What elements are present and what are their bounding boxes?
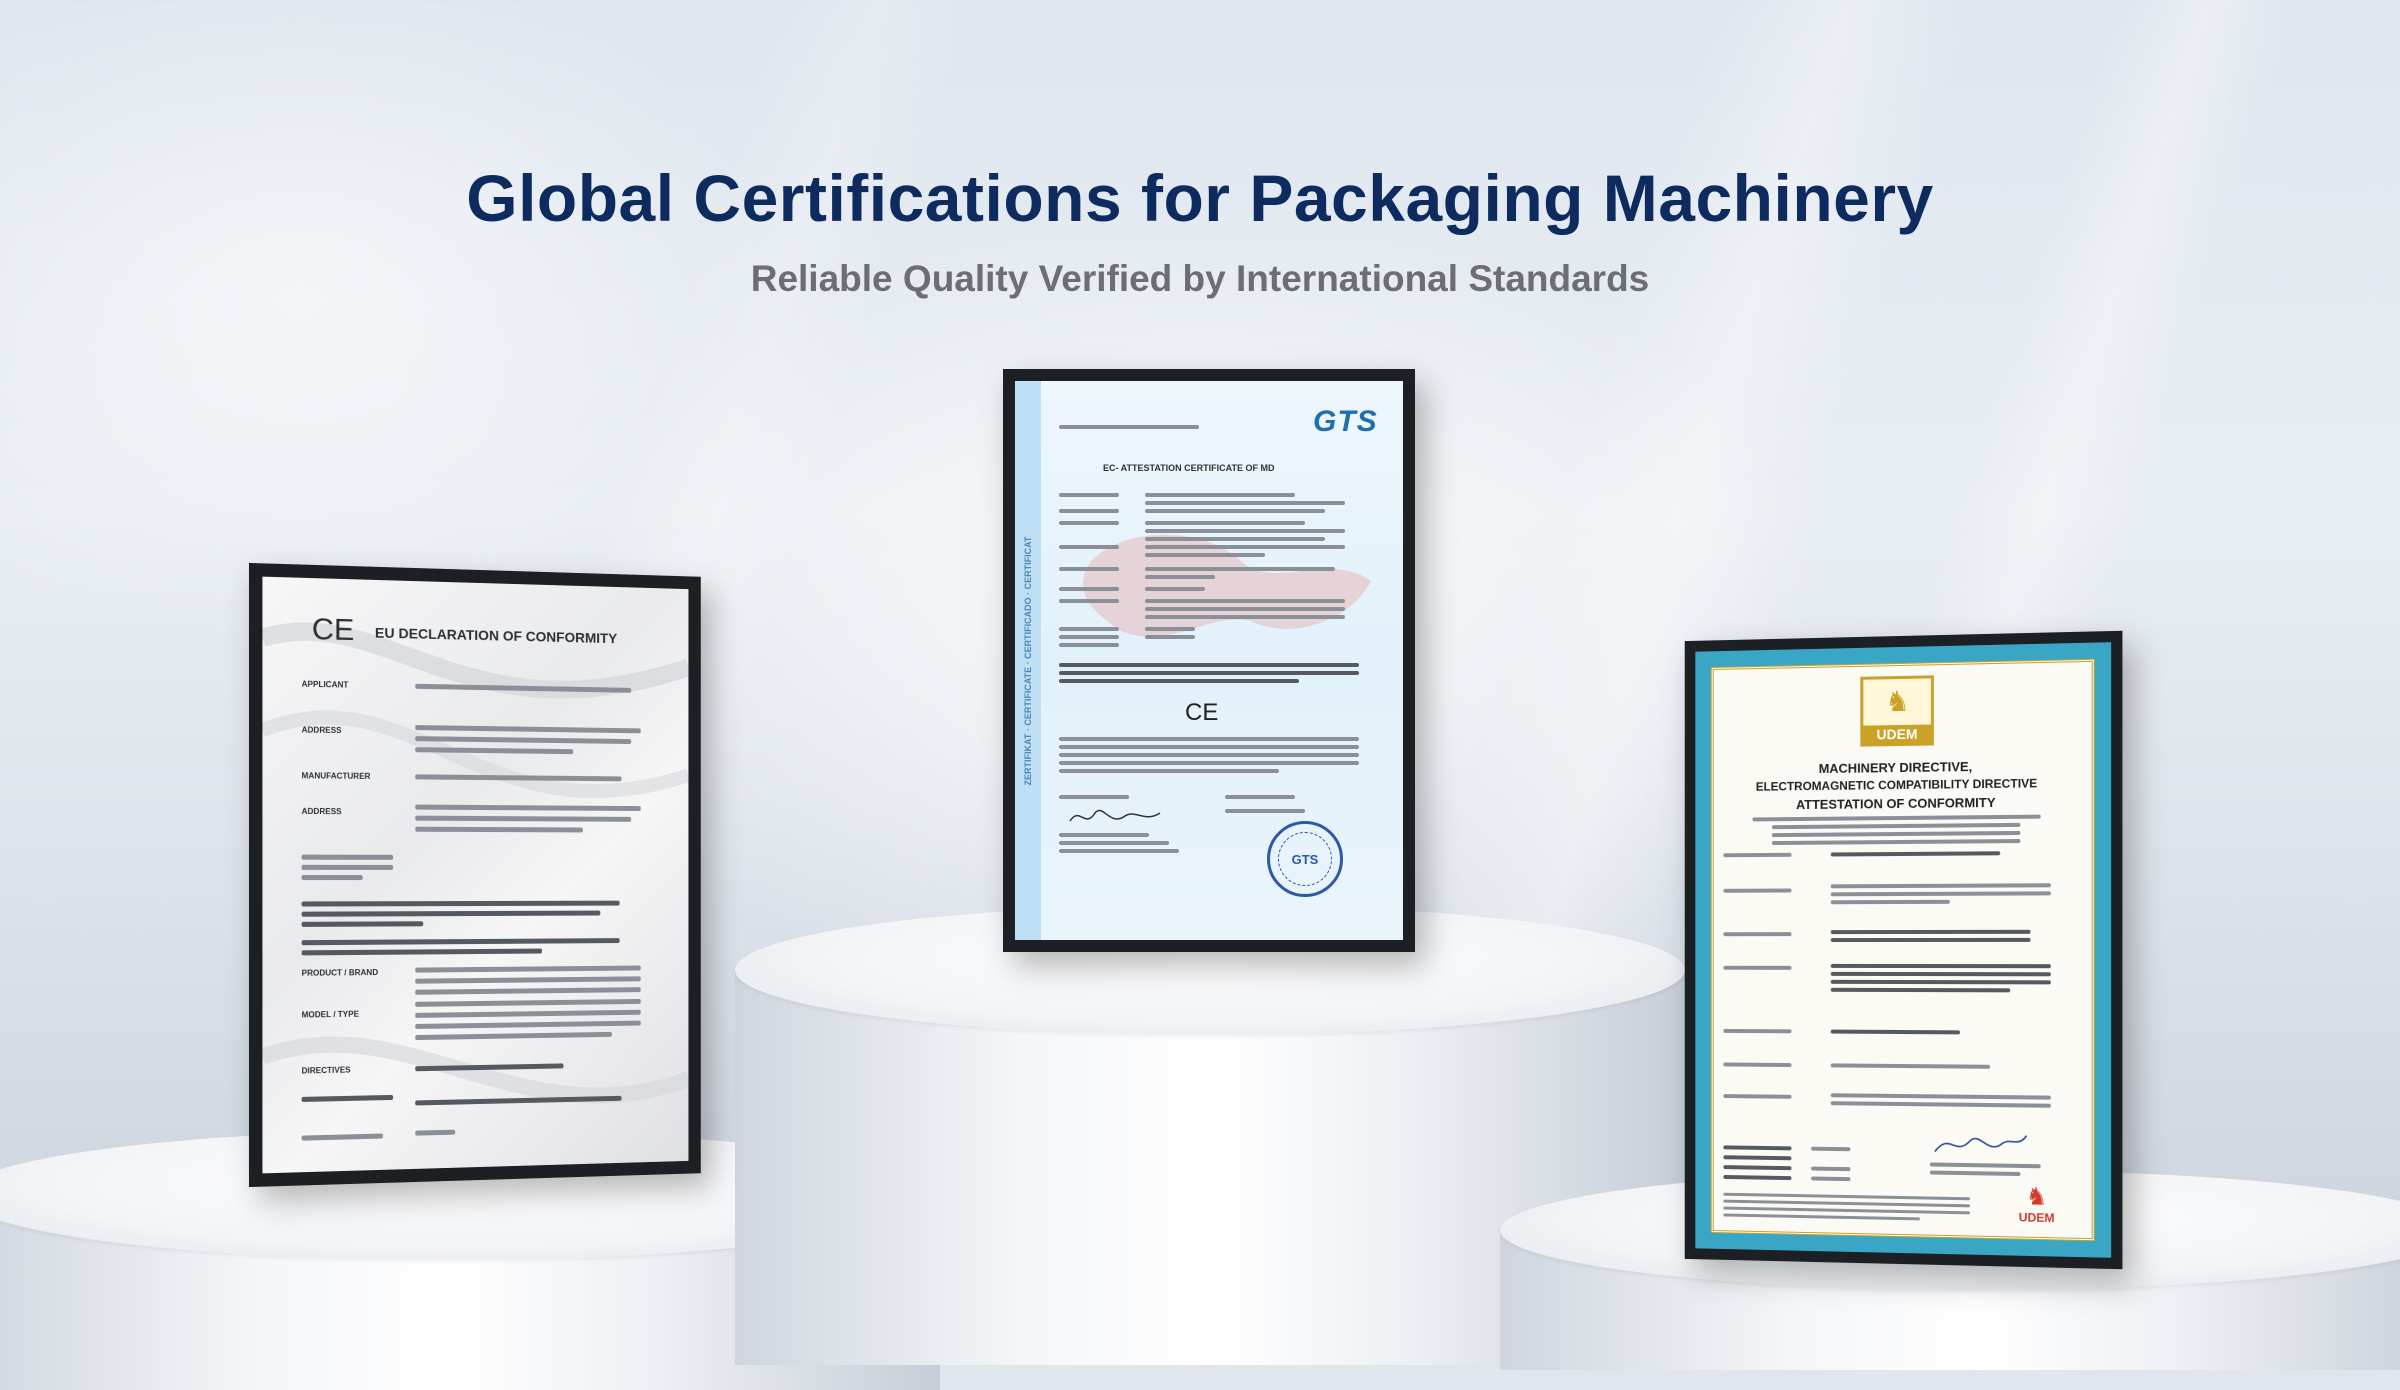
field-label: PRODUCT / BRAND <box>302 968 378 978</box>
certificate-udem: ♞ UDEM MACHINERY DIRECTIVE, ELECTROMAGNE… <box>1695 642 2111 1258</box>
side-band-text: ZERTIFIKAT · CERTIFICATE · CERTIFICADO ·… <box>1023 537 1033 786</box>
certificate-heading-line: MACHINERY DIRECTIVE, <box>1714 757 2082 777</box>
ce-mark: CE <box>1185 699 1218 727</box>
certificate-frame-left: CE EU DECLARATION OF CONFORMITY APPLICAN… <box>249 563 701 1187</box>
page-subtitle: Reliable Quality Verified by Internation… <box>0 258 2400 300</box>
field-label: APPLICANT <box>302 680 349 690</box>
gts-logo: GTS <box>1313 405 1378 439</box>
gts-seal: GTS <box>1267 821 1343 897</box>
ce-mark: CE <box>312 613 355 649</box>
field-label: ADDRESS <box>302 725 342 735</box>
world-map-watermark <box>1051 501 1403 681</box>
page-title: Global Certifications for Packaging Mach… <box>0 160 2400 236</box>
signature <box>1930 1126 2031 1162</box>
certificate-frame-center: ZERTIFIKAT · CERTIFICATE · CERTIFICADO ·… <box>1003 369 1415 952</box>
certificate-heading-line: ELECTROMAGNETIC COMPATIBILITY DIRECTIVE <box>1714 776 2082 795</box>
field-label: MANUFACTURER <box>302 771 371 781</box>
certificate-ec-attestation: ZERTIFIKAT · CERTIFICATE · CERTIFICADO ·… <box>1015 381 1403 940</box>
udem-footer-icon: ♞ <box>2026 1184 2048 1211</box>
certificate-eu-declaration: CE EU DECLARATION OF CONFORMITY APPLICAN… <box>262 577 688 1174</box>
certificate-heading-line: ATTESTATION OF CONFORMITY <box>1714 794 2082 813</box>
udem-logo: ♞ UDEM <box>1860 675 1934 746</box>
field-label: DIRECTIVES <box>302 1065 351 1075</box>
certificate-heading: EC- ATTESTATION CERTIFICATE OF MD <box>1103 463 1274 473</box>
udem-logo-text: UDEM <box>1863 724 1931 743</box>
udem-footer-logo: ♞ UDEM <box>2006 1184 2067 1234</box>
certificate-frame-right: ♞ UDEM MACHINERY DIRECTIVE, ELECTROMAGNE… <box>1685 631 2123 1269</box>
udem-logo-icon: ♞ <box>1885 685 1910 718</box>
signature <box>1065 801 1165 831</box>
certificate-paper: ♞ UDEM MACHINERY DIRECTIVE, ELECTROMAGNE… <box>1711 659 2095 1241</box>
field-label: MODEL / TYPE <box>302 1010 359 1020</box>
udem-footer-text: UDEM <box>2019 1210 2055 1225</box>
field-label: ADDRESS <box>302 807 342 816</box>
